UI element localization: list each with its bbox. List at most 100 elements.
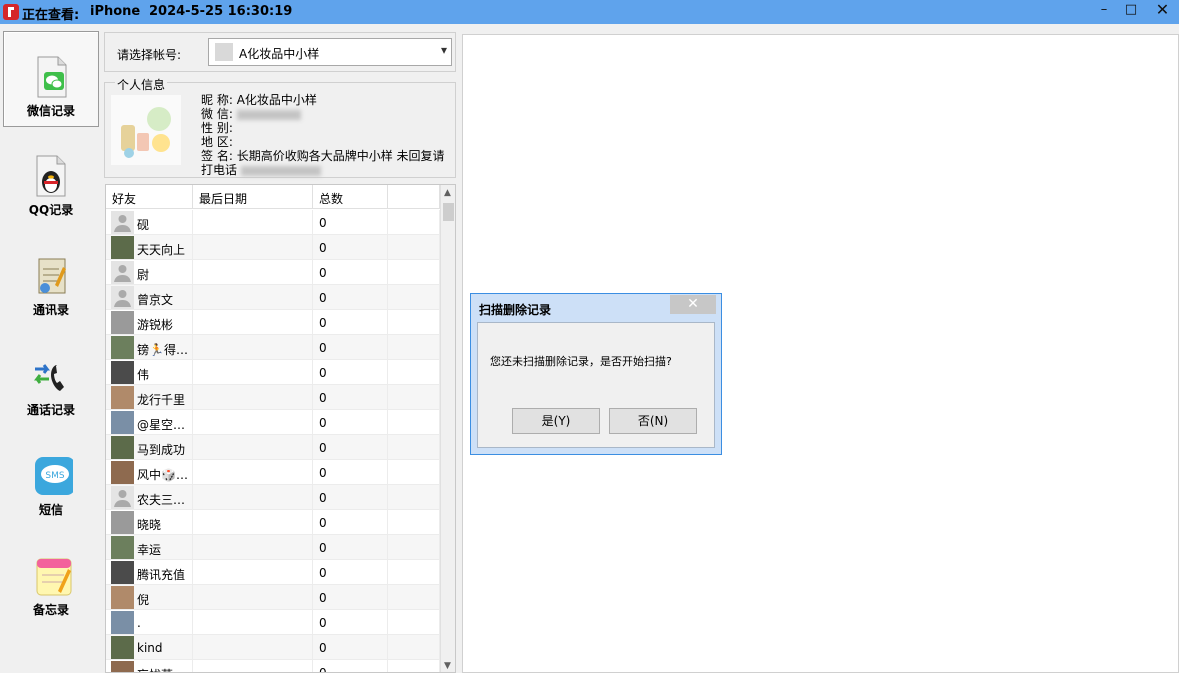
contacts-book-icon bbox=[38, 258, 66, 294]
nav-wechat-records[interactable]: 微信记录 bbox=[3, 31, 99, 127]
profile-gender: 性 别: bbox=[201, 121, 233, 135]
message-count: 0 bbox=[319, 491, 327, 505]
friend-cell: 镑🏃得… bbox=[106, 335, 193, 360]
table-row[interactable]: 马到成功 0 bbox=[106, 435, 440, 460]
table-row[interactable]: .0 bbox=[106, 610, 440, 635]
friend-cell: 倪 bbox=[106, 585, 193, 610]
friend-name: 游锐彬 bbox=[137, 318, 174, 332]
table-row[interactable]: 幸运 0 bbox=[106, 535, 440, 560]
blank-cell bbox=[388, 210, 440, 235]
friend-name: @星空… bbox=[137, 418, 186, 432]
yes-button[interactable]: 是(Y) bbox=[512, 408, 600, 434]
last-date-cell bbox=[193, 335, 313, 360]
table-row[interactable]: 尉0 bbox=[106, 260, 440, 285]
message-count: 0 bbox=[319, 216, 327, 230]
nickname-label: 昵 称: bbox=[201, 93, 233, 107]
last-date-cell bbox=[193, 610, 313, 635]
account-dropdown[interactable]: A化妆品中小样 ▾ bbox=[208, 38, 452, 66]
maximize-button[interactable]: □ bbox=[1118, 0, 1144, 22]
table-row[interactable]: 龙行千里 0 bbox=[106, 385, 440, 410]
friend-cell: 腾讯充值 bbox=[106, 560, 193, 585]
table-row[interactable]: @星空… 0 bbox=[106, 410, 440, 435]
friend-name: . bbox=[137, 616, 141, 630]
dialog-body: 您还未扫描删除记录，是否开始扫描? 是(Y) 否(N) bbox=[477, 322, 715, 448]
friend-avatar bbox=[111, 311, 134, 334]
friend-avatar bbox=[111, 336, 134, 359]
dialog-close-button[interactable]: ✕ bbox=[670, 295, 716, 314]
blank-cell bbox=[388, 660, 440, 672]
table-row[interactable]: 曾京文 0 bbox=[106, 285, 440, 310]
table-row[interactable]: 倪0 bbox=[106, 585, 440, 610]
vertical-scrollbar[interactable]: ▲ ▼ bbox=[440, 185, 455, 672]
table-row[interactable]: 镑🏃得… 0 bbox=[106, 335, 440, 360]
table-row[interactable]: 天天向上 0 bbox=[106, 235, 440, 260]
friend-cell: 尉 bbox=[106, 260, 193, 285]
column-header-last-date[interactable]: 最后日期 bbox=[193, 185, 313, 209]
friend-name: 龙行千里 bbox=[137, 393, 186, 407]
nav-label: 通讯录 bbox=[32, 303, 69, 317]
friend-name: 曾京文 bbox=[137, 293, 174, 307]
column-header-friend[interactable]: 好友 bbox=[106, 185, 193, 209]
message-count: 0 bbox=[319, 341, 327, 355]
default-avatar-icon bbox=[111, 286, 134, 309]
blank-cell bbox=[388, 360, 440, 385]
message-count: 0 bbox=[319, 291, 327, 305]
qq-penguin-icon bbox=[36, 155, 66, 197]
friend-name: 砚 bbox=[137, 218, 150, 232]
memo-icon bbox=[36, 558, 72, 596]
table-row[interactable]: 农夫三… 0 bbox=[106, 485, 440, 510]
dialog-message: 您还未扫描删除记录，是否开始扫描? bbox=[490, 355, 672, 368]
nav-contacts[interactable]: 通讯录 bbox=[3, 231, 99, 327]
column-header-total[interactable]: 总数 bbox=[313, 185, 388, 209]
message-count: 0 bbox=[319, 591, 327, 605]
last-date-cell bbox=[193, 285, 313, 310]
message-count: 0 bbox=[319, 241, 327, 255]
blank-cell bbox=[388, 560, 440, 585]
total-cell: 0 bbox=[313, 635, 388, 660]
table-row[interactable]: 游锐彬 0 bbox=[106, 310, 440, 335]
friend-name: 忘忧草 bbox=[137, 666, 173, 672]
phone-call-icon bbox=[34, 364, 64, 391]
nav-sms[interactable]: SMS 短信 bbox=[3, 431, 99, 527]
region-label: 地 区: bbox=[201, 135, 233, 149]
last-date-cell bbox=[193, 510, 313, 535]
nav-label: 通话记录 bbox=[26, 403, 75, 417]
total-cell: 0 bbox=[313, 385, 388, 410]
default-avatar-icon bbox=[111, 211, 134, 234]
scroll-down-icon[interactable]: ▼ bbox=[444, 661, 451, 671]
friend-avatar bbox=[111, 361, 134, 384]
total-cell: 0 bbox=[313, 535, 388, 560]
table-row[interactable]: 晓晓 0 bbox=[106, 510, 440, 535]
table-row[interactable]: 风中🎲… 0 bbox=[106, 460, 440, 485]
friend-avatar bbox=[111, 661, 134, 672]
friend-cell: 风中🎲… bbox=[106, 460, 193, 485]
close-window-button[interactable]: ✕ bbox=[1146, 0, 1179, 22]
scroll-thumb[interactable] bbox=[443, 203, 454, 221]
blank-cell bbox=[388, 385, 440, 410]
account-selected: A化妆品中小样 bbox=[239, 47, 320, 61]
table-row[interactable]: 腾讯充值 0 bbox=[106, 560, 440, 585]
default-avatar-icon bbox=[111, 261, 134, 284]
table-row[interactable]: 伟0 bbox=[106, 360, 440, 385]
friend-avatar bbox=[111, 611, 134, 634]
account-label: 请选择帐号: bbox=[117, 48, 182, 62]
minimize-button[interactable]: – bbox=[1091, 0, 1117, 22]
last-date-cell bbox=[193, 360, 313, 385]
message-count: 0 bbox=[319, 366, 327, 380]
nav-memo[interactable]: 备忘录 bbox=[3, 531, 99, 627]
table-row[interactable]: 砚0 bbox=[106, 210, 440, 235]
friend-name: kind bbox=[137, 641, 163, 655]
last-date-cell bbox=[193, 235, 313, 260]
friend-name: 天天向上 bbox=[137, 243, 186, 257]
profile-avatar bbox=[111, 95, 181, 165]
blank-cell bbox=[388, 485, 440, 510]
account-selector-panel: 请选择帐号: A化妆品中小样 ▾ bbox=[104, 32, 456, 72]
profile-signature-line2: 打电话 bbox=[201, 163, 321, 177]
table-row[interactable]: 忘忧草 0 bbox=[106, 660, 440, 672]
nav-call-records[interactable]: 通话记录 bbox=[3, 331, 99, 427]
nav-qq-records[interactable]: QQ记录 bbox=[3, 131, 99, 227]
table-row[interactable]: kind 0 bbox=[106, 635, 440, 660]
no-button[interactable]: 否(N) bbox=[609, 408, 697, 434]
blank-cell bbox=[388, 235, 440, 260]
scroll-up-icon[interactable]: ▲ bbox=[444, 188, 451, 198]
